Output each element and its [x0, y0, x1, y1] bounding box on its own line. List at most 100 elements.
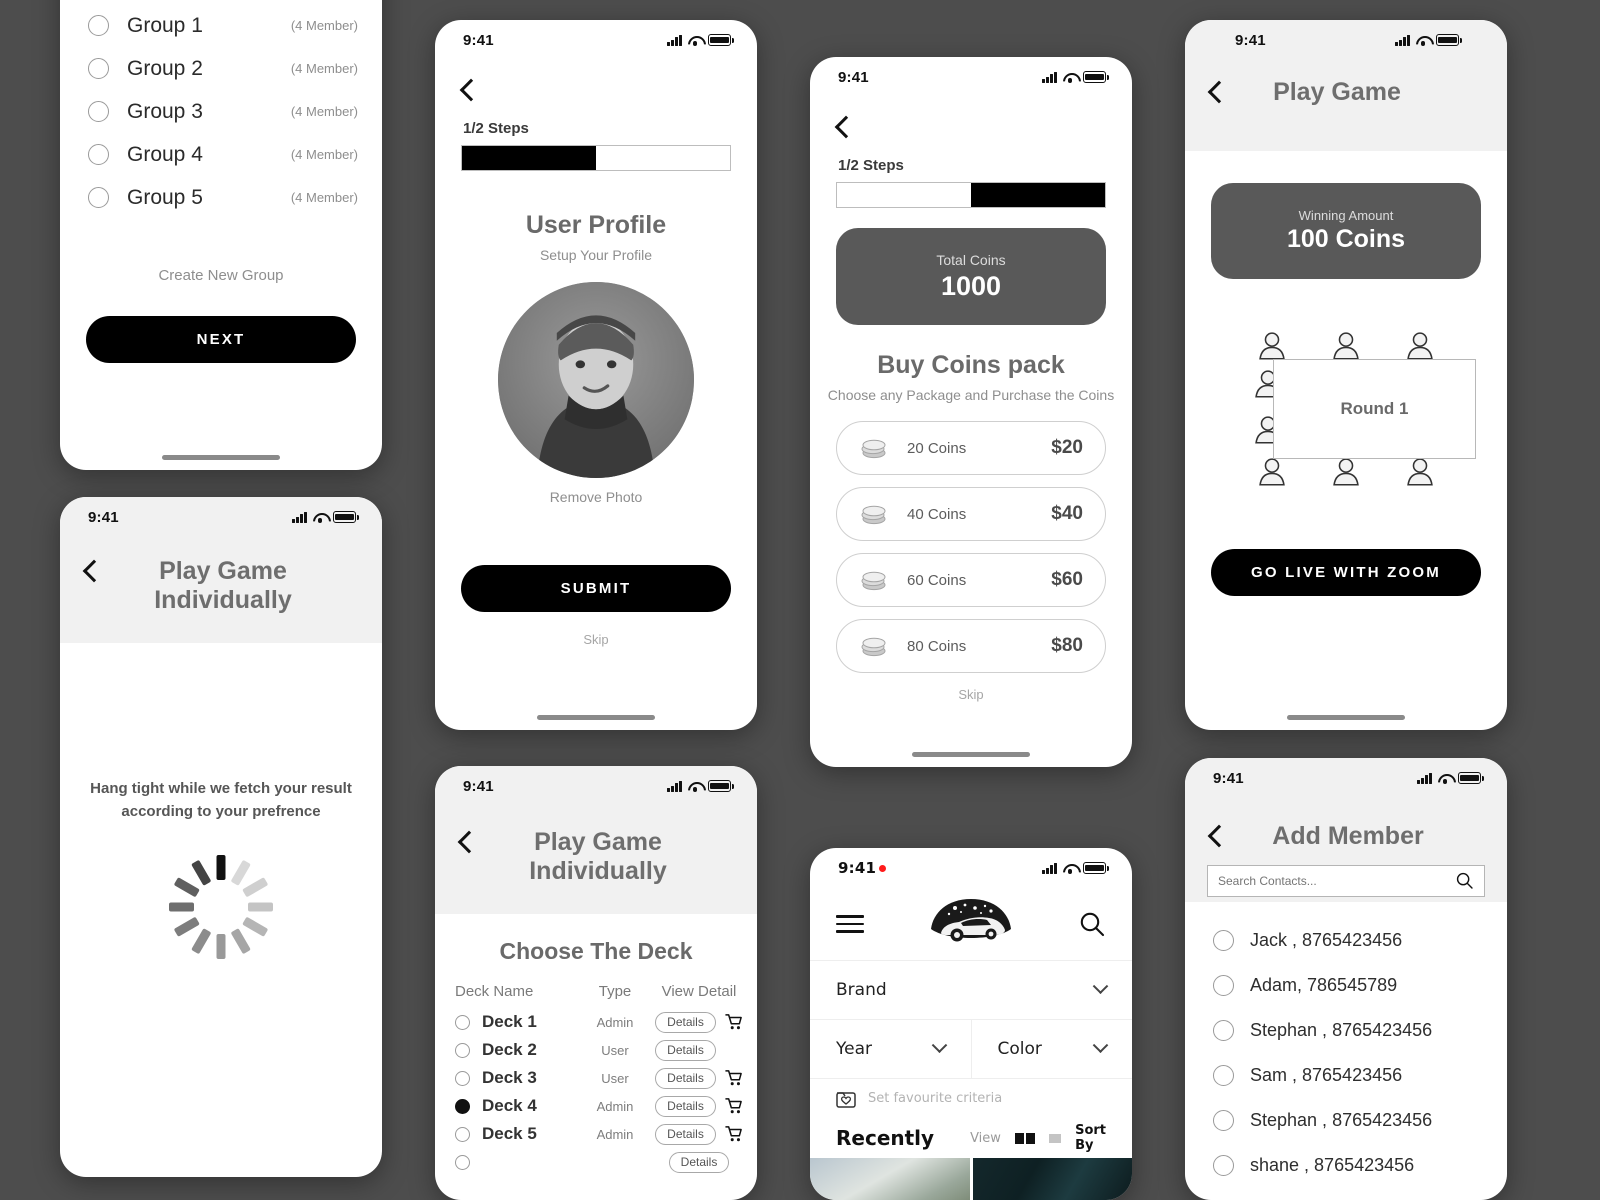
list-item[interactable]: Group 2 (4 Member) [88, 47, 358, 90]
create-new-group-link[interactable]: Create New Group [60, 267, 382, 284]
details-button[interactable]: Details [655, 1067, 716, 1089]
search-icon[interactable] [1078, 910, 1106, 938]
table-row[interactable]: Deck 4 Admin Details [455, 1092, 743, 1120]
chevron-down-icon[interactable] [931, 1036, 947, 1053]
thumbnail-image[interactable] [810, 1158, 970, 1200]
list-item[interactable]: Adam, 786545789 [1213, 963, 1507, 1008]
steps-label: 1/2 Steps [463, 120, 529, 137]
table-row[interactable]: Deck 2 User Details [455, 1036, 743, 1064]
radio-icon[interactable] [88, 58, 109, 79]
contact-label: Stephan , 8765423456 [1250, 1020, 1433, 1040]
table-row[interactable]: Deck 3 User Details [455, 1064, 743, 1092]
radio-icon[interactable] [1213, 1155, 1234, 1176]
recently-label: Recently [836, 1126, 935, 1150]
list-view-icon[interactable] [1048, 1133, 1062, 1143]
radio-icon[interactable] [88, 101, 109, 122]
coin-stack-icon [861, 505, 886, 525]
list-item[interactable]: Group 4 (4 Member) [88, 133, 358, 176]
radio-icon[interactable] [455, 1126, 470, 1142]
radio-icon[interactable] [88, 144, 109, 165]
radio-icon[interactable] [1213, 1110, 1234, 1131]
cart-icon[interactable] [725, 1126, 743, 1142]
group-list: Group 1 (4 Member) Group 2 (4 Member) Gr… [60, 0, 382, 219]
table-row[interactable]: Deck 5 Admin Details [455, 1120, 743, 1148]
radio-icon[interactable] [455, 1014, 470, 1030]
status-bar: 9:41 [810, 848, 1132, 888]
nav-header: 9:41 Play Game Individually [60, 497, 382, 643]
list-item[interactable]: Group 1 (4 Member) [88, 4, 358, 47]
cart-icon[interactable] [725, 1098, 743, 1114]
status-time: 9:41 [1235, 31, 1266, 49]
table-row[interactable]: Details [455, 1148, 743, 1176]
status-icons [1042, 71, 1109, 83]
skip-link[interactable]: Skip [810, 687, 1132, 702]
back-button[interactable] [435, 60, 757, 102]
year-filter[interactable]: Year [810, 1020, 971, 1078]
cart-icon[interactable] [725, 1070, 743, 1086]
go-live-with-zoom-button[interactable]: GO LIVE WITH ZOOM [1211, 549, 1481, 596]
list-item[interactable]: Sam , 8765423456 [1213, 1053, 1507, 1098]
mockup-collage: Group 1 (4 Member) Group 2 (4 Member) Gr… [0, 0, 1600, 1200]
group-member-count: (4 Member) [290, 147, 358, 162]
radio-icon[interactable] [455, 1042, 470, 1058]
progress-fill [971, 183, 1105, 207]
radio-icon[interactable] [455, 1154, 470, 1170]
details-button[interactable]: Details [668, 1151, 730, 1173]
submit-button[interactable]: SUBMIT [461, 565, 731, 612]
hamburger-menu-icon[interactable] [836, 915, 864, 933]
car-search-screen: 9:41 Brand Year Color Set favourite crit… [810, 848, 1132, 1200]
search-contacts-box[interactable] [1207, 864, 1485, 897]
loading-spinner-icon [166, 852, 276, 962]
steps-label: 1/2 Steps [838, 157, 904, 174]
coin-pack-row[interactable]: 60 Coins $60 [836, 553, 1106, 607]
next-button[interactable]: NEXT [86, 316, 356, 363]
sort-by-button[interactable]: Sort By [1075, 1123, 1106, 1153]
search-input[interactable] [1218, 873, 1455, 888]
status-time: 9:41 [88, 508, 119, 526]
radio-icon[interactable] [1213, 1065, 1234, 1086]
thumbnail-image[interactable] [972, 1158, 1132, 1200]
seat-avatar-icon [1403, 329, 1437, 363]
chevron-down-icon[interactable] [1092, 977, 1109, 994]
details-button[interactable]: Details [655, 1039, 716, 1061]
home-indicator [537, 715, 655, 720]
status-icons [292, 511, 359, 523]
radio-icon[interactable] [1213, 975, 1234, 996]
status-icons [1395, 34, 1462, 46]
color-filter[interactable]: Color [970, 1020, 1133, 1078]
nav-header: 9:41 Play Game [1185, 20, 1507, 151]
list-item[interactable]: Stephan , 8765423456 [1213, 1098, 1507, 1143]
details-button[interactable]: Details [655, 1123, 716, 1145]
back-button[interactable] [810, 97, 1132, 139]
page-title: Play Game Individually [477, 828, 719, 886]
battery-icon [1083, 71, 1109, 83]
skip-link[interactable]: Skip [435, 632, 757, 647]
list-item[interactable]: Group 3 (4 Member) [88, 90, 358, 133]
grid-view-icon[interactable] [1014, 1132, 1035, 1144]
radio-icon[interactable] [1213, 930, 1234, 951]
radio-icon[interactable] [88, 187, 109, 208]
set-favourite-criteria-row[interactable]: Set favourite criteria [810, 1078, 1132, 1118]
details-button[interactable]: Details [655, 1011, 716, 1033]
list-item[interactable]: Stephan , 8765423456 [1213, 1008, 1507, 1053]
signal-icon [667, 34, 682, 46]
cart-icon[interactable] [725, 1014, 743, 1030]
radio-icon[interactable] [88, 15, 109, 36]
avatar[interactable] [498, 282, 694, 478]
radio-icon[interactable] [455, 1098, 470, 1114]
table-row[interactable]: Deck 1 Admin Details [455, 1008, 743, 1036]
details-button[interactable]: Details [655, 1095, 716, 1117]
search-icon[interactable] [1455, 871, 1474, 890]
remove-photo-link[interactable]: Remove Photo [435, 489, 757, 505]
list-item[interactable]: shane , 8765423456 [1213, 1143, 1507, 1188]
brand-filter[interactable]: Brand [810, 961, 1132, 1019]
seat-avatar-icon [1255, 329, 1289, 363]
radio-icon[interactable] [455, 1070, 470, 1086]
radio-icon[interactable] [1213, 1020, 1234, 1041]
coin-pack-row[interactable]: 80 Coins $80 [836, 619, 1106, 673]
chevron-down-icon[interactable] [1092, 1036, 1109, 1053]
list-item[interactable]: Jack , 8765423456 [1213, 918, 1507, 963]
coin-pack-row[interactable]: 20 Coins $20 [836, 421, 1106, 475]
coin-pack-row[interactable]: 40 Coins $40 [836, 487, 1106, 541]
list-item[interactable]: Group 5 (4 Member) [88, 176, 358, 219]
